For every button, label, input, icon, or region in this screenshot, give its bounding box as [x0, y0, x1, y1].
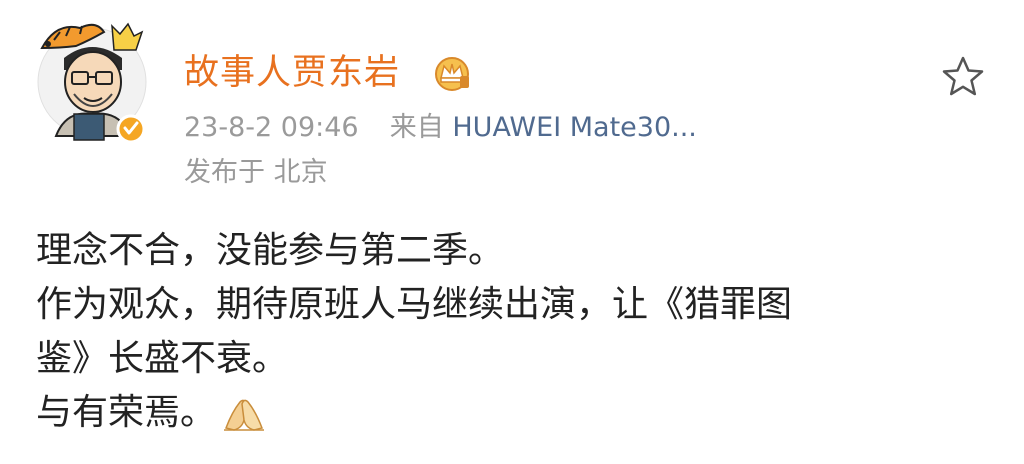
content-line: 鉴》长盛不衰。: [36, 338, 289, 379]
post-meta: 23-8-2 09:46 来自 HUAWEI Mate30...: [184, 110, 697, 146]
source-device-link[interactable]: HUAWEI Mate30...: [452, 112, 697, 143]
content-line: 与有荣焉。: [36, 392, 217, 433]
username[interactable]: 故事人贾东岩: [184, 50, 400, 96]
star-favorite-icon[interactable]: [940, 54, 986, 98]
post-timestamp: 23-8-2 09:46: [184, 112, 359, 143]
post-content: 理念不合，没能参与第二季。 作为观众，期待原班人马继续出演，让《猎罪图 鉴》长盛…: [36, 224, 986, 440]
content-line: 作为观众，期待原班人马继续出演，让《猎罪图: [36, 284, 793, 325]
crown-badge-icon[interactable]: [432, 54, 472, 92]
post-location: 发布于 北京: [184, 157, 328, 188]
user-avatar[interactable]: [36, 18, 148, 146]
verified-badge-icon: [116, 114, 146, 144]
pray-hands-emoji-icon: [224, 399, 265, 431]
content-line-with-emoji: 与有荣焉。: [36, 386, 986, 440]
content-line: 理念不合，没能参与第二季。: [36, 230, 505, 271]
source-prefix: 来自: [389, 112, 444, 143]
